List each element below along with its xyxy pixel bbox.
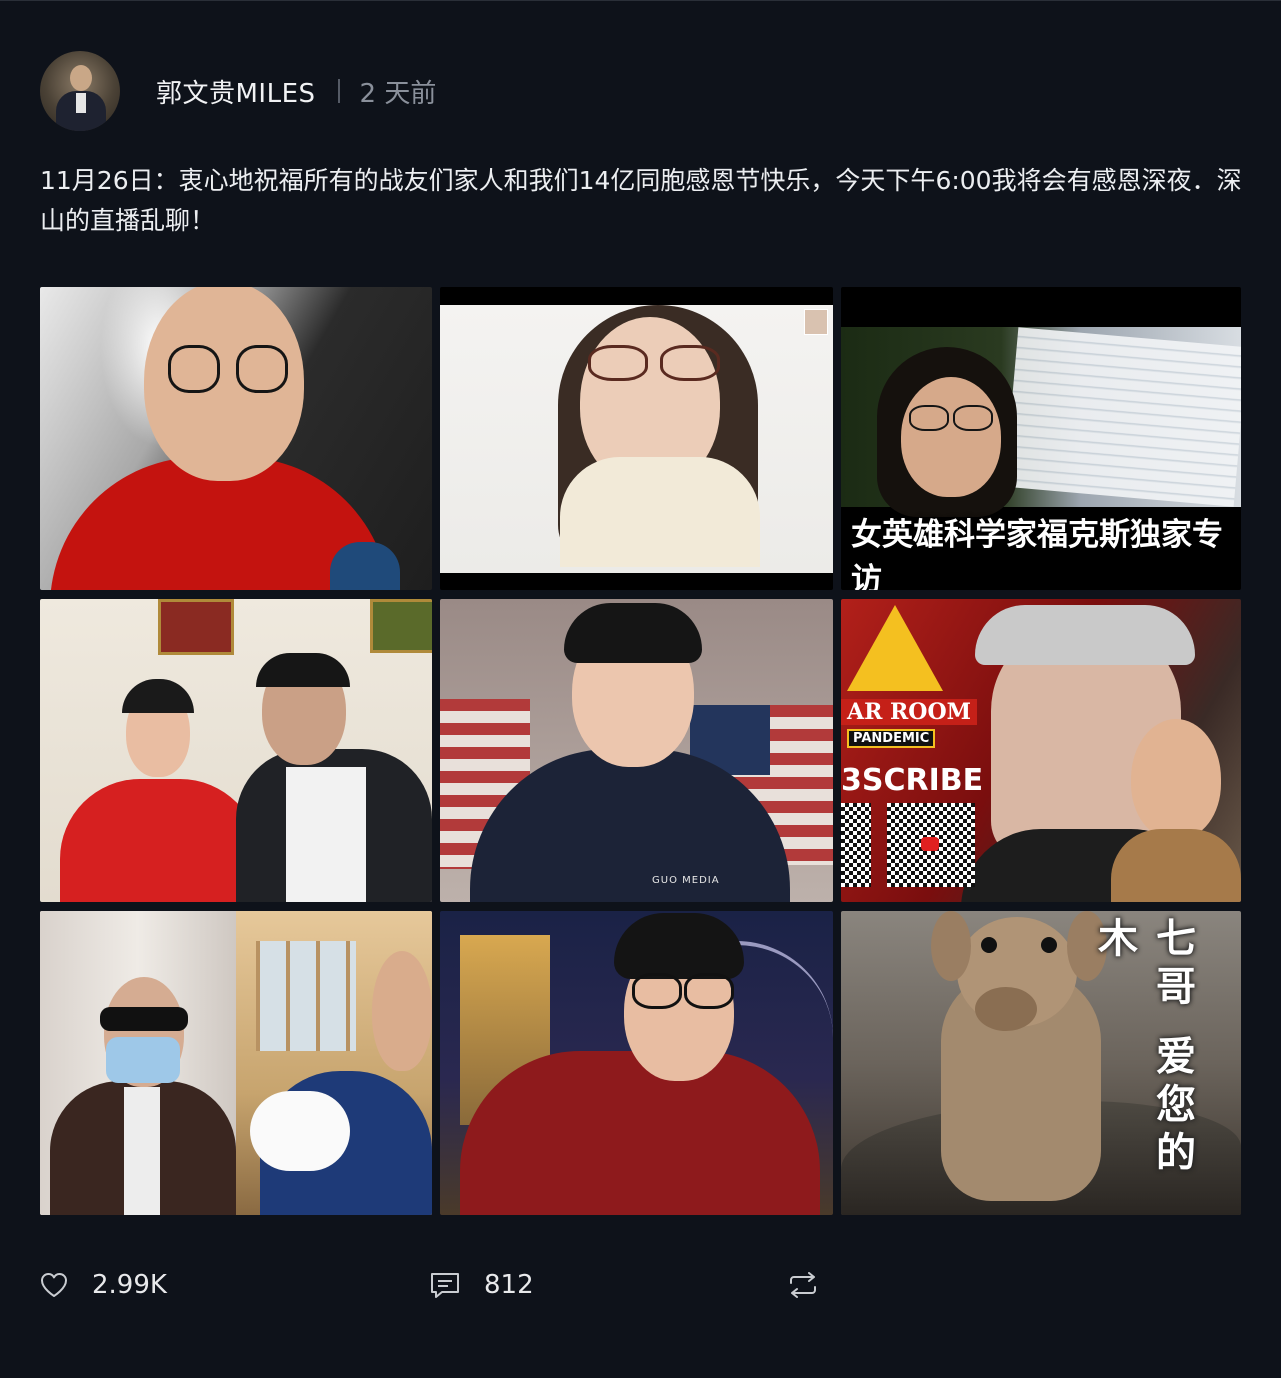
shirt-logo: GUO MEDIA — [652, 875, 720, 886]
image-tile-4[interactable] — [40, 599, 432, 902]
divider — [337, 79, 340, 103]
post-text: 11月26日：衷心地祝福所有的战友们家人和我们14亿同胞感恩节快乐，今天下午6:… — [40, 166, 1242, 235]
image-grid: 女英雄科学家福克斯独家专访 GUO MEDIA AR ROOM PANDEMIC… — [40, 287, 1241, 1215]
tile-caption: 女英雄科学家福克斯独家专访 — [851, 517, 1223, 590]
comment-button[interactable]: 812 — [430, 1263, 534, 1307]
image-tile-8[interactable] — [440, 911, 833, 1215]
image-tile-3[interactable]: 女英雄科学家福克斯独家专访 — [841, 287, 1241, 590]
qr-code-1 — [841, 803, 871, 887]
post-header: 郭文贵MILES 2 天前 — [40, 50, 436, 132]
image-tile-1[interactable] — [40, 287, 432, 590]
image-tile-7[interactable] — [40, 911, 432, 1215]
comment-count: 812 — [484, 1270, 534, 1300]
author-name[interactable]: 郭文贵MILES — [156, 73, 316, 110]
image-tile-5[interactable]: GUO MEDIA — [440, 599, 833, 902]
repost-icon — [788, 1272, 818, 1298]
vertical-caption: 七哥 爱您的木 — [1091, 917, 1195, 1179]
post-time: 2 天前 — [359, 78, 437, 109]
heart-icon — [40, 1272, 68, 1298]
subscribe-label: 3SCRIBE — [841, 763, 984, 798]
like-count: 2.99K — [92, 1270, 167, 1300]
image-tile-6[interactable]: AR ROOM PANDEMIC 3SCRIBE — [841, 599, 1241, 902]
comment-icon — [430, 1271, 460, 1299]
image-tile-9[interactable]: 七哥 爱您的木 — [841, 911, 1241, 1215]
like-button[interactable]: 2.99K — [40, 1263, 167, 1307]
image-tile-2[interactable] — [440, 287, 833, 590]
repost-button[interactable] — [788, 1263, 818, 1307]
post-actions: 2.99K 812 — [40, 1263, 1241, 1307]
post-card: 郭文贵MILES 2 天前 11月26日：衷心地祝福所有的战友们家人和我们14亿… — [0, 0, 1281, 1378]
pandemic-label: PANDEMIC — [847, 729, 936, 748]
war-room-label: AR ROOM — [841, 699, 977, 725]
avatar[interactable] — [40, 51, 120, 131]
